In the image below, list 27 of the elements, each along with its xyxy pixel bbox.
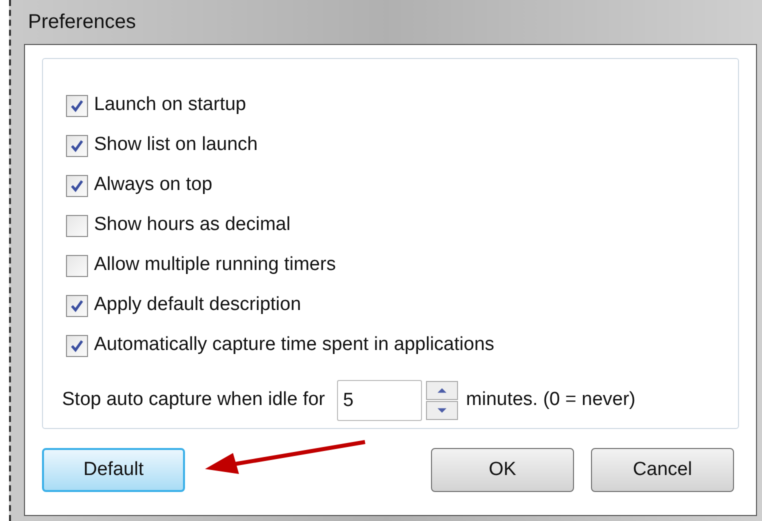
minutes-label: minutes. (0 = never) (466, 388, 636, 412)
checkbox-label[interactable]: Show list on launch (94, 131, 258, 160)
checkbox[interactable] (66, 214, 88, 236)
checkbox-label[interactable]: Apply default description (94, 291, 302, 320)
ok-button[interactable]: OK (431, 448, 574, 492)
checkbox-label[interactable]: Automatically capture time spent in applications (94, 331, 494, 360)
spinner-control[interactable] (426, 380, 458, 420)
checkbox[interactable] (66, 334, 88, 356)
window-title: Preferences (28, 10, 136, 35)
checkmark-icon (69, 98, 85, 114)
idle-label: Stop auto capture when idle for (62, 388, 326, 412)
checkbox[interactable] (66, 94, 88, 116)
idle-minutes-field[interactable]: 5 (337, 380, 422, 421)
checkbox[interactable] (66, 134, 88, 156)
cancel-button[interactable]: Cancel (591, 448, 734, 492)
default-button[interactable]: Default (42, 448, 185, 492)
checkmark-icon (69, 138, 85, 154)
checkbox-label[interactable]: Always on top (94, 171, 212, 200)
checkbox-label[interactable]: Show hours as decimal (94, 211, 290, 240)
checkbox[interactable] (66, 174, 88, 196)
checkmark-icon (69, 178, 85, 194)
checkmark-icon (69, 298, 85, 314)
checkbox[interactable] (66, 254, 88, 276)
checkbox-label[interactable]: Allow multiple running timers (94, 251, 336, 280)
checkmark-icon (69, 338, 85, 354)
checkbox-label[interactable]: Launch on startup (94, 91, 246, 120)
checkbox[interactable] (66, 294, 88, 316)
